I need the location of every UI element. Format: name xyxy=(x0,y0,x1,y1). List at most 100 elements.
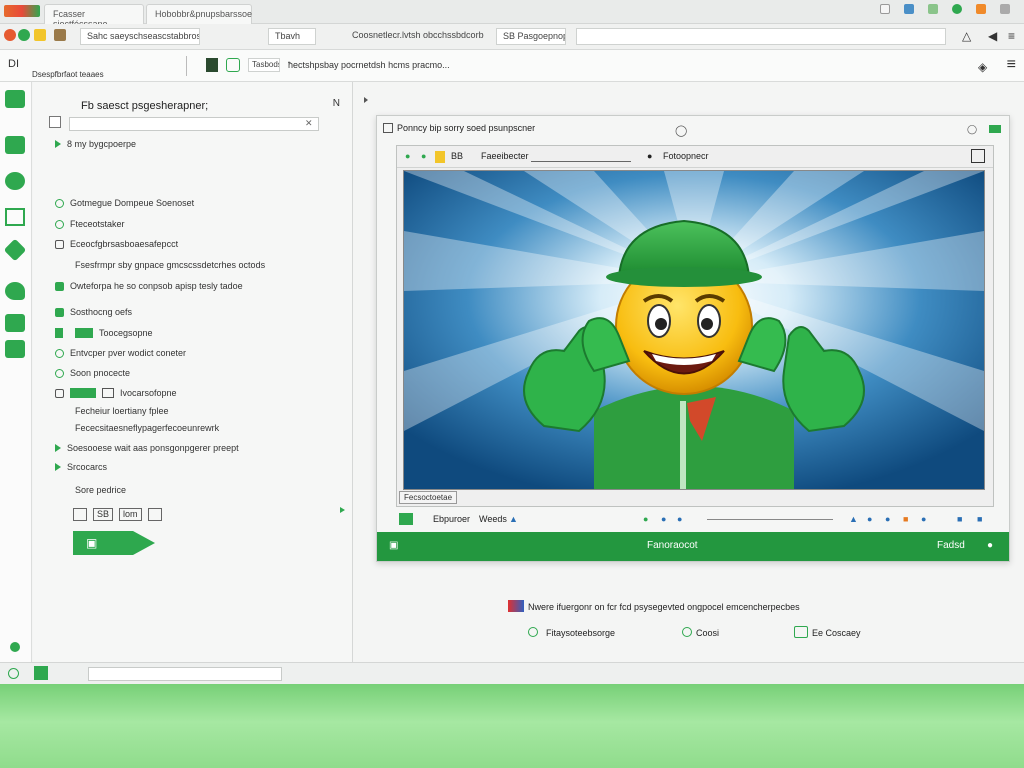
hamburger-icon[interactable]: ≡ xyxy=(1007,56,1016,74)
checkbox-icon[interactable] xyxy=(49,116,61,128)
lom-button[interactable]: lom xyxy=(119,508,142,521)
list-item[interactable]: Fsesfrmpr sby gnpace gmcscssdetcrhes oct… xyxy=(75,260,265,270)
list-item[interactable]: Soesooese wait aas ponsgonpgerer preept xyxy=(55,443,239,453)
strip-action[interactable]: Fadsd xyxy=(937,540,965,551)
list-item[interactable]: Entvcper pver wodict coneter xyxy=(55,348,186,358)
forward-icon[interactable] xyxy=(18,29,30,41)
page-icon[interactable] xyxy=(54,29,66,41)
option-two[interactable]: Coosi xyxy=(696,628,719,638)
forward-icon[interactable]: ● xyxy=(677,514,682,524)
rewind-icon[interactable]: ● xyxy=(661,514,666,524)
left-panel: Fb saesct psgesherapner; N ✕ 8 my bygcpo… xyxy=(33,82,353,662)
fullscreen-icon[interactable]: ■ xyxy=(977,514,982,524)
cc-icon[interactable]: ● xyxy=(867,514,872,524)
empty-box[interactable] xyxy=(147,508,162,521)
folder-icon[interactable] xyxy=(435,151,445,163)
file-icon[interactable] xyxy=(206,58,218,72)
list-item[interactable]: Eceocfgbrsasboaesafepcct xyxy=(55,239,178,249)
menu-icon[interactable] xyxy=(1000,4,1010,14)
settings-icon[interactable]: ● xyxy=(921,514,926,524)
share-icon[interactable]: ◀ xyxy=(988,29,997,43)
edit-icon[interactable] xyxy=(904,4,914,14)
window-icon[interactable] xyxy=(5,208,25,226)
navigate-icon[interactable]: ◈ xyxy=(978,60,987,74)
play-icon[interactable]: ● xyxy=(421,151,426,161)
list-item[interactable]: Fecheiur loertiany fplee xyxy=(75,406,169,416)
next-icon[interactable]: ● xyxy=(987,540,993,551)
camera-icon[interactable]: ● xyxy=(647,151,652,161)
tab-second[interactable]: Hobobbr&pnupsbarssoe xyxy=(146,4,252,24)
minimize-icon[interactable] xyxy=(880,4,890,14)
volume-icon[interactable]: ▲ xyxy=(849,514,858,524)
play-icon[interactable]: ● xyxy=(643,514,648,524)
share-icon[interactable]: ■ xyxy=(903,514,908,524)
search-field[interactable] xyxy=(69,117,319,131)
diamond-icon[interactable] xyxy=(3,238,27,262)
spreadsheet-icon[interactable] xyxy=(5,90,25,108)
timeline[interactable] xyxy=(707,519,833,520)
status-input[interactable] xyxy=(88,667,282,681)
strip-title: Fanoraocot xyxy=(647,540,698,551)
settings-icon[interactable] xyxy=(952,4,962,14)
feature-summary: Nwere ifuergonr on fcr fcd psysegevted o… xyxy=(376,600,1010,645)
viewer-label-a: BB xyxy=(451,151,464,161)
calendar-icon[interactable] xyxy=(5,136,25,154)
screen-icon[interactable]: ▣ xyxy=(389,540,398,551)
list-item[interactable]: Owteforpa he so conpsob apisp tesly tado… xyxy=(55,281,243,291)
status-icon[interactable] xyxy=(8,668,19,679)
more-icon[interactable]: ≡ xyxy=(1008,29,1015,43)
extension-icon[interactable] xyxy=(976,4,986,14)
quality-icon[interactable]: ● xyxy=(885,514,890,524)
reload-icon[interactable] xyxy=(34,29,46,41)
bookmark-icon[interactable] xyxy=(928,4,938,14)
small-field[interactable]: Tasbods xyxy=(248,58,280,72)
list-item[interactable]: 8 my bygcpoerpe xyxy=(55,139,136,149)
screen-icon[interactable] xyxy=(399,513,413,525)
address-sub-field[interactable]: Tbavh xyxy=(268,28,316,45)
card-icon xyxy=(383,123,393,133)
clear-icon[interactable]: ✕ xyxy=(305,118,313,129)
chat-icon[interactable] xyxy=(5,314,25,332)
list-item[interactable]: Fteceotstaker xyxy=(55,219,125,229)
panel-title: Fb saesct psgesherapner; xyxy=(81,100,209,112)
option-three[interactable]: Ee Coscaey xyxy=(812,628,861,638)
lock-icon[interactable]: △ xyxy=(962,29,971,43)
video-icon[interactable] xyxy=(5,340,25,358)
list-item[interactable]: Sosthocng oefs xyxy=(55,307,132,317)
people-icon[interactable] xyxy=(5,282,25,300)
expand-icon[interactable] xyxy=(971,149,985,163)
back-icon[interactable] xyxy=(4,29,16,41)
info-icon[interactable]: ◯ xyxy=(675,124,687,137)
sb-button[interactable]: SB xyxy=(93,508,114,521)
list-item[interactable]: Fececsitaesneflypagerfecoeunrewrk xyxy=(75,423,219,433)
search-input[interactable] xyxy=(576,28,946,45)
go-button[interactable]: ▣ xyxy=(73,531,155,555)
address-bar[interactable]: Sahc saeyschseascstabbros xyxy=(80,28,200,45)
list-item[interactable]: Gotmegue Dompeue Soenoset xyxy=(55,198,194,208)
tab-first[interactable]: Fcasser sioctfécssane xyxy=(44,4,144,29)
pip-icon[interactable]: ■ xyxy=(957,514,962,524)
list-item[interactable]: Srcocarcs xyxy=(55,462,107,472)
list-item[interactable]: Soon pnocecte xyxy=(55,368,130,378)
maximize-icon[interactable] xyxy=(989,125,1001,133)
list-item[interactable]: Sore pedrice xyxy=(75,485,126,495)
refresh-icon[interactable] xyxy=(5,172,25,190)
list-item[interactable]: Toocegsopne xyxy=(55,328,153,338)
expand-icon[interactable] xyxy=(340,507,345,513)
list-item[interactable]: Ivocarsofopne xyxy=(55,388,177,398)
circle-icon xyxy=(55,348,64,358)
sheet-icon[interactable] xyxy=(34,666,48,680)
collapse-icon[interactable] xyxy=(364,97,368,103)
panel-icon[interactable]: DI xyxy=(8,58,19,70)
screen-icon: ▣ xyxy=(86,536,98,550)
minimize-icon[interactable]: ◯ xyxy=(967,124,977,135)
breadcrumb-tail[interactable]: SB Pasgoepnopn xyxy=(496,28,566,45)
sheet-icon[interactable] xyxy=(226,58,240,72)
progress-line xyxy=(531,161,631,162)
export-label[interactable]: Ebpuroer xyxy=(433,514,470,524)
mode-label[interactable]: Weeds xyxy=(479,514,507,524)
option-one[interactable]: Fitaysoteebsorge xyxy=(546,628,615,638)
empty-box[interactable] xyxy=(73,508,87,521)
back-icon[interactable]: ● xyxy=(405,151,410,161)
pointer-icon[interactable]: ▲ xyxy=(509,514,518,524)
